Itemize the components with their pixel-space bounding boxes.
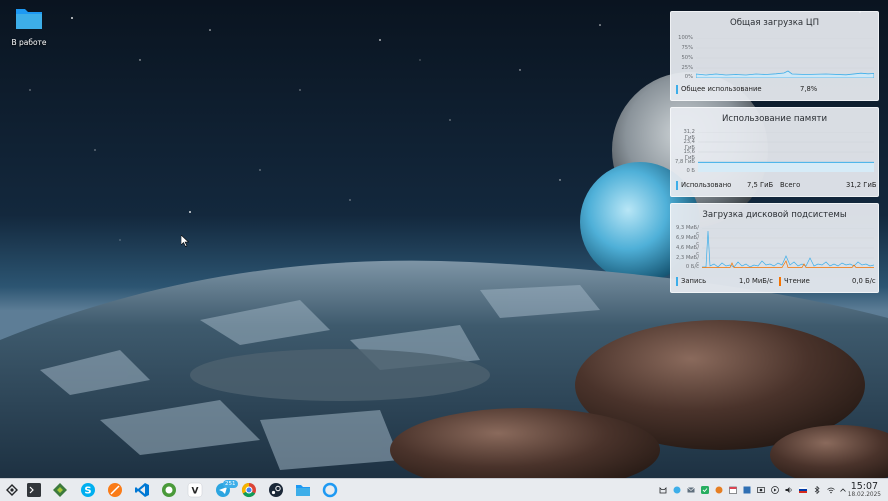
mail-icon[interactable] — [687, 486, 695, 494]
disk-read-label: Чтение — [784, 277, 810, 285]
disk-plot — [702, 228, 874, 268]
disk-widget-title: Загрузка дисковой подсистемы — [702, 210, 847, 220]
cpu-ytick: 0% — [684, 74, 693, 80]
cpu-graph: 100% 75% 50% 25% 0% — [675, 35, 874, 82]
memory-used-value: 7,5 ГиБ — [747, 181, 774, 189]
disk-write-label: Запись — [681, 277, 707, 285]
kde-launcher-icon[interactable] — [4, 482, 20, 498]
cpu-plot — [696, 38, 874, 78]
folder-icon — [16, 9, 42, 29]
volume-icon[interactable] — [785, 486, 793, 494]
safari-icon[interactable] — [107, 482, 123, 498]
aptana-icon[interactable] — [161, 482, 177, 498]
disk-graph: 9,3 МиБ/с 6,9 МиБ/с 4,6 МиБ/с 2,3 МиБ/с … — [675, 225, 874, 272]
desktop-icon-label: В работе — [11, 38, 47, 47]
chrome-icon[interactable] — [241, 482, 257, 498]
cpu-legend: Общее использование 7,8% — [676, 84, 873, 95]
kde-connect-icon[interactable] — [322, 482, 338, 498]
cat-icon[interactable] — [659, 486, 667, 494]
svg-text:V: V — [192, 487, 199, 497]
android-studio-icon[interactable] — [52, 482, 68, 498]
disk-load-widget[interactable]: Загрузка дисковой подсистемы 9,3 МиБ/с 6… — [670, 203, 879, 293]
calendar-icon[interactable] — [729, 486, 737, 494]
memory-usage-widget[interactable]: Использование памяти 31,2 ГиБ 23,4 ГиБ 1… — [670, 107, 879, 197]
bluetooth-icon[interactable] — [813, 486, 821, 494]
desktop-folder-icon[interactable]: В работе — [8, 6, 50, 47]
cpu-load-widget[interactable]: Общая загрузка ЦП 100% 75% 50% 25% 0% Об… — [670, 11, 879, 101]
memory-total-label: Всего — [780, 181, 801, 189]
disk-write-value: 1,0 МиБ/с — [739, 277, 773, 285]
wifi-icon[interactable] — [827, 486, 835, 494]
disk-write-swatch — [676, 277, 678, 286]
clock-time: 15:07 — [850, 481, 879, 492]
memory-legend: Использовано 7,5 ГиБ Всего 31,2 ГиБ — [676, 180, 877, 191]
screenshot-icon[interactable] — [757, 486, 765, 494]
vscode-icon[interactable] — [134, 482, 150, 498]
terminal-icon[interactable] — [26, 482, 42, 498]
memory-total-value: 31,2 ГиБ — [846, 181, 877, 189]
check-icon[interactable] — [701, 486, 709, 494]
cpu-legend-swatch — [676, 85, 678, 94]
cpu-ytick: 50% — [681, 55, 693, 61]
svg-text:S: S — [84, 486, 91, 497]
memory-used-label: Использовано — [681, 181, 732, 189]
memory-ytick: 7,8 ГиБ — [675, 159, 695, 165]
clock-date: 18.02.2025 — [847, 492, 881, 498]
skype-icon[interactable]: S — [80, 482, 96, 498]
cpu-legend-value: 7,8% — [800, 85, 818, 93]
memory-legend-swatch — [676, 181, 678, 190]
expand-icon[interactable] — [839, 486, 847, 494]
cpu-ytick: 25% — [681, 65, 693, 71]
cpu-ytick: 100% — [678, 35, 693, 41]
disk-write-series — [702, 230, 874, 268]
taskbar: S V 251 15:07 18.02.2025 — [0, 478, 888, 501]
cpu-ytick: 75% — [681, 45, 693, 51]
disk-read-swatch — [779, 277, 781, 286]
disk-legend: Запись 1,0 МиБ/с Чтение 0,0 Б/с — [676, 276, 876, 287]
clock[interactable]: 15:07 18.02.2025 — [848, 481, 881, 498]
virtualbox-icon[interactable] — [743, 486, 751, 494]
memory-ytick: 0 Б — [686, 168, 695, 174]
photo-icon[interactable] — [715, 486, 723, 494]
memory-widget-title: Использование памяти — [721, 114, 828, 124]
memory-graph: 31,2 ГиБ 23,4 ГиБ 15,6 ГиБ 7,8 ГиБ 0 Б — [675, 129, 874, 176]
steam-icon[interactable] — [268, 482, 284, 498]
flag-icon[interactable] — [799, 486, 807, 494]
cpu-legend-label: Общее использование — [681, 85, 762, 93]
globe-icon[interactable] — [673, 486, 681, 494]
vk-icon[interactable]: V — [187, 482, 203, 498]
disk-read-value: 0,0 Б/с — [852, 277, 876, 285]
dolphin-icon[interactable] — [295, 482, 311, 498]
disk-ytick: 0 Б/с — [685, 264, 699, 270]
cpu-series-line — [696, 70, 874, 78]
media-icon[interactable] — [771, 486, 779, 494]
memory-plot — [698, 132, 874, 172]
cpu-widget-title: Общая загрузка ЦП — [729, 18, 820, 28]
mouse-cursor-icon — [181, 235, 189, 247]
telegram-badge: 251 — [223, 480, 238, 488]
